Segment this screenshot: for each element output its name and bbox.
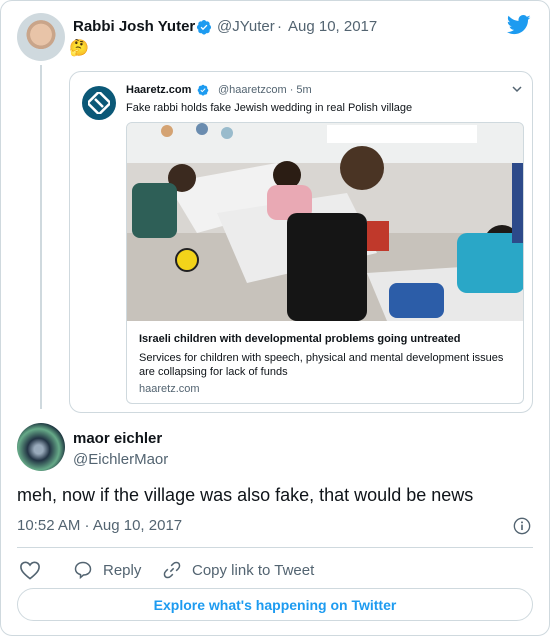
parent-date[interactable]: Aug 10, 2017 bbox=[288, 18, 377, 35]
copy-link-label: Copy link to Tweet bbox=[192, 561, 315, 579]
reply-button[interactable]: Reply bbox=[73, 558, 141, 582]
parent-avatar[interactable] bbox=[17, 13, 65, 61]
reply-handle[interactable]: @EichlerMaor bbox=[73, 451, 168, 468]
link-icon bbox=[163, 561, 181, 579]
chevron-down-icon[interactable] bbox=[512, 84, 522, 94]
info-icon[interactable] bbox=[513, 517, 531, 535]
thinking-emoji: 🤔 bbox=[69, 40, 89, 57]
verified-icon bbox=[196, 20, 212, 35]
tweet-embed-card: Rabbi Josh Yuter @JYuter · Aug 10, 2017 … bbox=[0, 0, 550, 636]
reply-timestamp[interactable]: 10:52 AM · Aug 10, 2017 bbox=[17, 517, 182, 534]
link-preview-card[interactable]: Israeli children with developmental prob… bbox=[126, 122, 524, 404]
parent-handle[interactable]: @JYuter bbox=[217, 18, 275, 35]
explore-button[interactable]: Explore what's happening on Twitter bbox=[17, 588, 533, 621]
reply-icon bbox=[74, 561, 92, 580]
quoted-tweet[interactable]: Haaretz.com @haaretzcom · 5m Fake rabbi … bbox=[69, 71, 533, 413]
haaretz-avatar[interactable] bbox=[82, 86, 116, 120]
quoted-author-name[interactable]: Haaretz.com bbox=[126, 84, 191, 96]
heart-icon bbox=[20, 561, 40, 580]
copy-link-button[interactable]: Copy link to Tweet bbox=[162, 558, 314, 582]
reply-author-name[interactable]: maor eichler bbox=[73, 430, 162, 447]
reply-avatar[interactable] bbox=[17, 423, 65, 471]
like-button[interactable] bbox=[19, 558, 51, 582]
quoted-handle[interactable]: @haaretzcom · 5m bbox=[218, 84, 312, 96]
card-title[interactable]: Israeli children with developmental prob… bbox=[139, 333, 461, 345]
card-description: Services for children with speech, physi… bbox=[139, 352, 504, 378]
reply-tweet-text: meh, now if the village was also fake, t… bbox=[17, 485, 474, 505]
haaretz-logo-icon bbox=[88, 92, 110, 114]
verified-icon bbox=[197, 84, 209, 96]
card-domain: haaretz.com bbox=[139, 383, 200, 395]
date-separator: · bbox=[277, 18, 282, 35]
divider bbox=[17, 547, 533, 548]
parent-author-name[interactable]: Rabbi Josh Yuter bbox=[73, 18, 195, 35]
explore-label: Explore what's happening on Twitter bbox=[153, 596, 397, 613]
quoted-tweet-text: Fake rabbi holds fake Jewish wedding in … bbox=[126, 102, 413, 114]
twitter-logo-icon[interactable] bbox=[507, 15, 531, 35]
thread-line bbox=[40, 65, 42, 409]
reply-label: Reply bbox=[103, 561, 142, 579]
classroom-photo bbox=[127, 123, 523, 321]
